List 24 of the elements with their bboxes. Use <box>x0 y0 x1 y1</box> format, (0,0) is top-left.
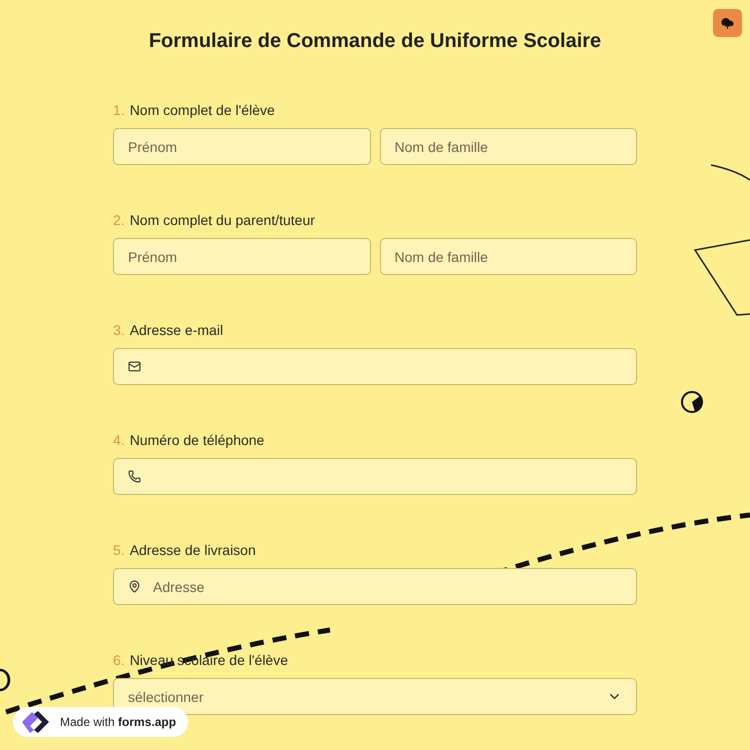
address-icon <box>128 580 141 593</box>
input-field[interactable] <box>113 458 637 495</box>
input-field[interactable]: Adresse <box>113 568 637 605</box>
ring-icon <box>681 391 703 413</box>
input-field[interactable] <box>113 348 637 385</box>
cloud-upload-icon <box>721 16 734 30</box>
phone-icon <box>128 470 141 483</box>
question-label: 4. Numéro de téléphone <box>113 431 266 449</box>
logo-icon <box>20 710 50 734</box>
question-label: 3. Adresse e-mail <box>113 321 224 339</box>
form-title: Formulaire de Commande de Uniforme Scolaire <box>148 30 602 53</box>
curve-line <box>710 164 750 181</box>
question-label: 5. Adresse de livraison <box>113 541 257 559</box>
input-field[interactable]: Prénom <box>113 128 370 165</box>
made-with-link[interactable]: Made with forms.app <box>13 707 188 737</box>
ring-icon <box>0 668 10 692</box>
upload-button[interactable] <box>713 9 742 37</box>
select-field[interactable]: sélectionner <box>113 678 637 715</box>
email-icon <box>128 360 141 373</box>
question-label: 2. Nom complet du parent/tuteur <box>113 211 316 229</box>
input-field[interactable]: Nom de famille <box>380 238 637 275</box>
input-field[interactable]: Nom de famille <box>380 128 637 165</box>
question-label: 1. Nom complet de l'élève <box>113 101 276 119</box>
input-field[interactable]: Prénom <box>113 238 370 275</box>
